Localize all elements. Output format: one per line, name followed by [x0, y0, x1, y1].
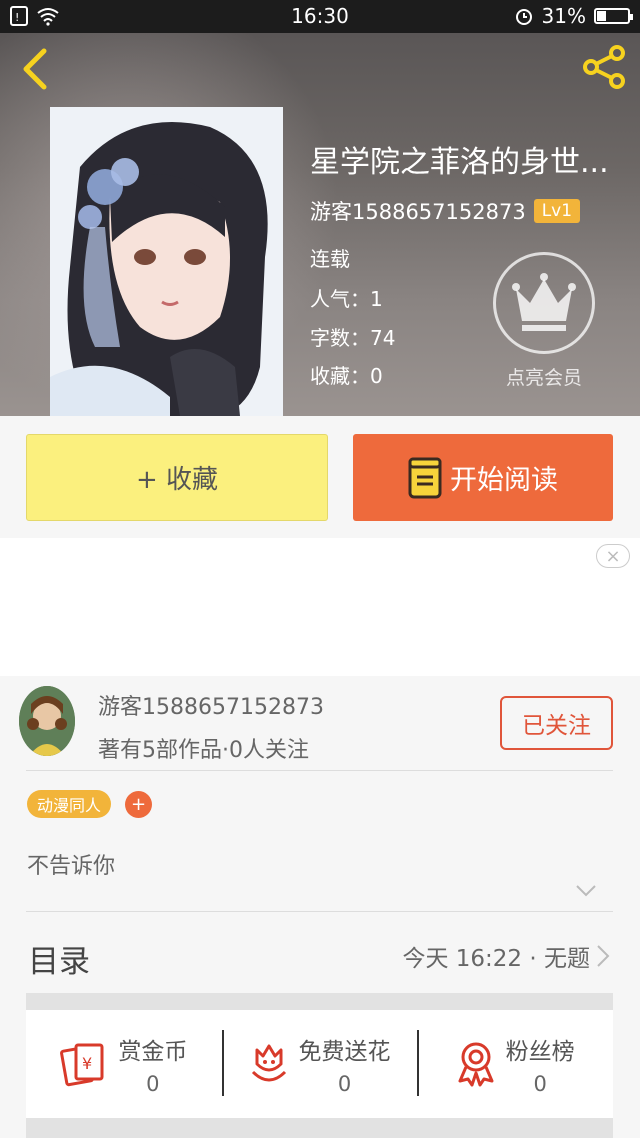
chevron-down-icon[interactable] — [575, 884, 597, 898]
book-popularity: 人气：1 — [310, 287, 383, 311]
share-icon[interactable] — [580, 43, 628, 91]
author-subtitle: 著有5部作品·0人关注 — [98, 738, 309, 763]
medal-icon — [458, 1042, 494, 1087]
flower-icon — [251, 1044, 286, 1082]
start-reading-button[interactable]: 开始阅读 — [353, 434, 613, 521]
stat-label: 免费送花 — [298, 1039, 391, 1065]
red-envelope-icon: ¥ — [60, 1043, 104, 1087]
book-detail-page: ! 16:30 31% 星学院之菲洛的身世... 游客1588657152873… — [0, 0, 640, 1138]
stat-value: 0 — [337, 1072, 352, 1096]
collect-button[interactable]: + 收藏 — [26, 434, 328, 521]
book-header: 星学院之菲洛的身世... 游客1588657152873 Lv1 连载 人气：1… — [0, 33, 640, 416]
stat-value: 0 — [533, 1072, 547, 1096]
reward-coins-button[interactable]: ¥ 赏金币 0 — [26, 1010, 222, 1118]
level-badge: Lv1 — [533, 199, 581, 223]
toc-latest-chapter[interactable]: 今天 16:22 · 无题 — [402, 939, 610, 973]
vip-label[interactable]: 点亮会员 — [488, 363, 600, 390]
author-name[interactable]: 游客1588657152873 — [98, 689, 324, 721]
latest-chapter-text: 今天 16:22 · 无题 — [402, 946, 590, 972]
fan-ranking-button[interactable]: 粉丝榜 0 — [417, 1010, 613, 1118]
battery-icon — [594, 8, 633, 24]
author-card: 游客1588657152873 著有5部作品·0人关注 已关注 动漫同人 + 不… — [0, 676, 640, 991]
book-icon — [408, 457, 442, 498]
stat-value: 0 — [146, 1072, 160, 1096]
divider — [26, 911, 613, 912]
close-icon[interactable]: × — [596, 544, 630, 568]
chevron-right-icon — [597, 945, 610, 967]
book-status: 连载 — [310, 247, 350, 271]
svg-text:¥: ¥ — [82, 1054, 92, 1073]
stat-label: 粉丝榜 — [505, 1039, 575, 1065]
stats-row: ¥ 赏金币 0 免费送花 0 粉丝榜 0 — [26, 1010, 613, 1118]
book-author[interactable]: 游客1588657152873 — [310, 196, 526, 226]
stat-label: 赏金币 — [118, 1039, 188, 1065]
book-author-row: 游客1588657152873 Lv1 — [310, 196, 581, 226]
book-cover[interactable] — [50, 107, 283, 416]
add-tag-button[interactable]: + — [125, 791, 152, 818]
action-bar: + 收藏 开始阅读 — [0, 416, 640, 538]
start-reading-label: 开始阅读 — [450, 465, 558, 496]
book-word-count: 字数：74 — [310, 326, 396, 350]
send-flower-button[interactable]: 免费送花 0 — [221, 1010, 418, 1118]
collect-label: + 收藏 — [135, 465, 219, 495]
ad-banner: × — [0, 538, 640, 676]
genre-tag[interactable]: 动漫同人 — [27, 790, 112, 818]
book-favorites: 收藏：0 — [310, 364, 383, 388]
alarm-icon — [515, 9, 532, 25]
battery-fill — [597, 11, 606, 21]
book-title: 星学院之菲洛的身世... — [310, 145, 609, 180]
follow-button[interactable]: 已关注 — [500, 696, 613, 750]
back-icon[interactable] — [18, 47, 54, 91]
battery-percent: 31% — [541, 4, 586, 28]
avatar[interactable] — [19, 686, 75, 756]
section-separator — [26, 1118, 613, 1138]
status-bar: ! 16:30 31% — [0, 0, 640, 33]
section-separator — [26, 993, 613, 1010]
divider — [26, 770, 613, 771]
status-right-icons: 31% — [514, 4, 633, 28]
book-description: 不告诉你 — [27, 854, 116, 879]
cover-illustration — [50, 107, 283, 416]
crown-icon — [512, 273, 576, 331]
avatar-illustration — [19, 686, 75, 756]
toc-title[interactable]: 目录 — [28, 936, 90, 981]
vip-button[interactable] — [493, 252, 595, 354]
follow-label: 已关注 — [522, 713, 591, 739]
